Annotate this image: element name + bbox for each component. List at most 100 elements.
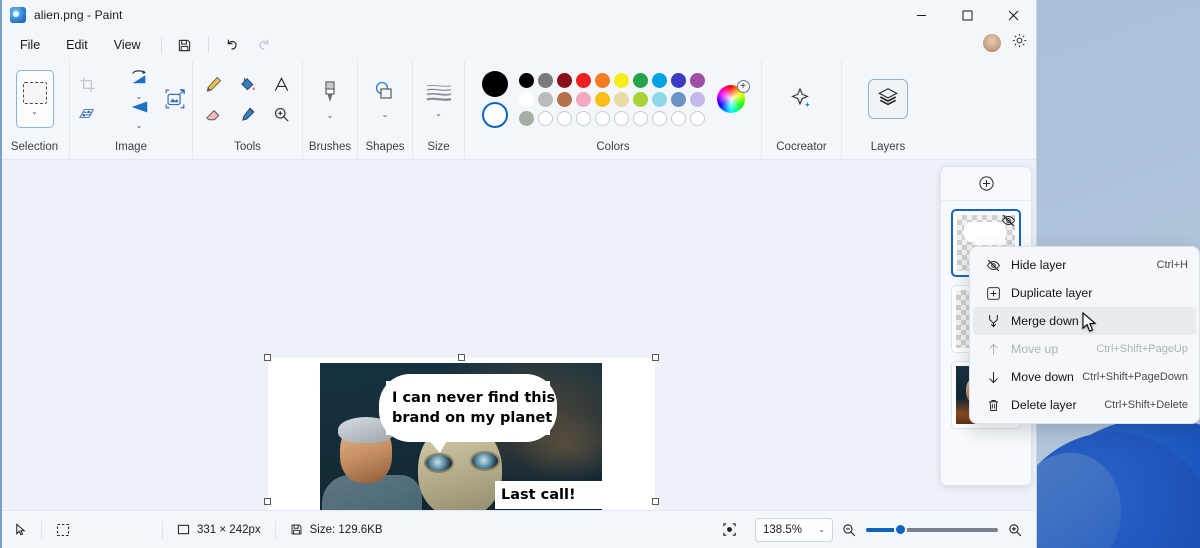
zoom-slider[interactable] <box>866 528 998 532</box>
color-swatch[interactable] <box>633 111 648 126</box>
zoom-slider-knob[interactable] <box>894 523 907 536</box>
color-swatch[interactable] <box>671 73 686 88</box>
resize-skew-icon[interactable] <box>70 99 104 129</box>
color-swatch[interactable] <box>652 111 667 126</box>
ribbon-group-brushes: ⌄ Brushes <box>303 60 358 159</box>
selection-handle-ne[interactable] <box>652 354 659 361</box>
maximize-button[interactable] <box>944 0 990 30</box>
text-a-icon[interactable] <box>265 69 299 99</box>
save-icon[interactable] <box>170 33 200 57</box>
color-swatch[interactable] <box>614 111 629 126</box>
undo-icon[interactable] <box>217 33 247 57</box>
color-swatch[interactable] <box>576 111 591 126</box>
rotate-button[interactable]: ⌄ <box>120 68 158 101</box>
color-swatch[interactable] <box>633 92 648 107</box>
user-avatar[interactable] <box>983 34 1001 52</box>
eyedropper-icon[interactable] <box>231 99 265 129</box>
redo-icon[interactable] <box>249 33 279 57</box>
zoom-out-icon[interactable] <box>841 522 857 538</box>
color-swatch[interactable] <box>614 92 629 107</box>
selection-rectangle-icon <box>23 82 47 104</box>
color-swatch[interactable] <box>519 92 534 107</box>
selection-handle-w[interactable] <box>264 498 271 505</box>
hidden-eye-icon[interactable] <box>1001 213 1016 233</box>
arrow-down-icon <box>981 370 1005 385</box>
context-menu-label: Move down <box>1011 370 1074 384</box>
color-swatch[interactable] <box>576 92 591 107</box>
shapes-button[interactable]: ⌄ <box>372 80 398 119</box>
sparkle-icon[interactable] <box>785 84 819 114</box>
gear-icon[interactable] <box>1011 32 1028 54</box>
color-swatch[interactable] <box>595 92 610 107</box>
color-swatch[interactable] <box>557 92 572 107</box>
fit-to-window-button[interactable] <box>708 511 751 548</box>
color-swatch[interactable] <box>595 111 610 126</box>
color-swatch[interactable] <box>538 111 553 126</box>
color-swatch[interactable] <box>519 73 534 88</box>
menu-file[interactable]: File <box>8 33 52 57</box>
color-swatch[interactable] <box>652 73 667 88</box>
add-layer-icon[interactable] <box>941 167 1031 201</box>
eraser-icon[interactable] <box>197 99 231 129</box>
menu-edit[interactable]: Edit <box>54 33 100 57</box>
context-menu-label: Delete layer <box>1011 398 1077 412</box>
mouse-cursor <box>1082 312 1098 338</box>
color-swatch[interactable] <box>519 111 534 126</box>
selection-handle-n[interactable] <box>458 354 465 361</box>
selection-handle-nw[interactable] <box>264 354 271 361</box>
zoom-in-icon[interactable] <box>1007 522 1023 538</box>
ctx-hide-layer[interactable]: Hide layerCtrl+H <box>973 251 1196 279</box>
caption-box[interactable]: Last call! <box>495 481 602 509</box>
speech-bubble-text[interactable]: I can never find this brand on my planet <box>386 381 550 435</box>
color-swatch[interactable] <box>538 92 553 107</box>
selection-handle-e[interactable] <box>652 498 659 505</box>
size-button[interactable]: ⌄ <box>425 81 453 118</box>
chevron-down-icon: ⌄ <box>31 108 38 116</box>
color-swatch[interactable] <box>690 92 705 107</box>
magnifier-icon[interactable] <box>265 99 299 129</box>
rectangular-selection-button[interactable]: ⌄ <box>16 70 54 128</box>
flip-button[interactable]: ⌄ <box>120 99 158 130</box>
current-colors <box>482 71 508 128</box>
color-swatch[interactable] <box>633 73 648 88</box>
workspace[interactable]: I can never find this brand on my planet… <box>0 160 1036 548</box>
color-swatch[interactable] <box>690 73 705 88</box>
close-button[interactable] <box>990 0 1036 30</box>
ribbon-group-label: Layers <box>842 141 934 153</box>
color-swatch[interactable] <box>557 73 572 88</box>
color-swatch[interactable] <box>671 111 686 126</box>
ctx-delete-layer[interactable]: Delete layerCtrl+Shift+Delete <box>973 391 1196 419</box>
color-swatch[interactable] <box>671 92 686 107</box>
ctx-duplicate-layer[interactable]: Duplicate layer <box>973 279 1196 307</box>
secondary-color-swatch[interactable] <box>482 102 508 128</box>
add-color-icon[interactable]: + <box>737 80 750 93</box>
ctx-move-down[interactable]: Move downCtrl+Shift+PageDown <box>973 363 1196 391</box>
color-swatch[interactable] <box>538 73 553 88</box>
thumb-bubble-shape <box>975 237 1005 245</box>
file-size-cell: Size: 129.6KB <box>276 511 397 548</box>
chevron-down-icon: ⌄ <box>382 111 389 119</box>
fit-to-window-icon <box>722 522 737 537</box>
zoom-level-select[interactable]: 138.5% ⌄ <box>751 511 841 548</box>
brush-icon <box>318 79 342 110</box>
menu-view[interactable]: View <box>102 33 153 57</box>
menu-divider <box>161 37 162 53</box>
color-swatch[interactable] <box>690 111 705 126</box>
color-swatch[interactable] <box>652 92 667 107</box>
pencil-icon[interactable] <box>197 69 231 99</box>
color-swatch[interactable] <box>557 111 572 126</box>
color-swatch[interactable] <box>614 73 629 88</box>
brushes-button[interactable]: ⌄ <box>318 79 342 120</box>
cursor-arrow-icon <box>14 523 27 536</box>
title-bar: alien.png - Paint <box>0 0 1036 30</box>
color-swatch[interactable] <box>576 73 591 88</box>
color-wheel-icon[interactable]: + <box>717 85 745 113</box>
color-swatch[interactable] <box>595 73 610 88</box>
layers-button[interactable] <box>868 79 908 119</box>
primary-color-swatch[interactable] <box>482 71 508 97</box>
ribbon-group-label: Tools <box>193 141 302 153</box>
crop-icon[interactable] <box>70 69 104 99</box>
paint-bucket-icon[interactable] <box>231 69 265 99</box>
image-expand-icon[interactable] <box>158 84 192 114</box>
minimize-button[interactable] <box>898 0 944 30</box>
